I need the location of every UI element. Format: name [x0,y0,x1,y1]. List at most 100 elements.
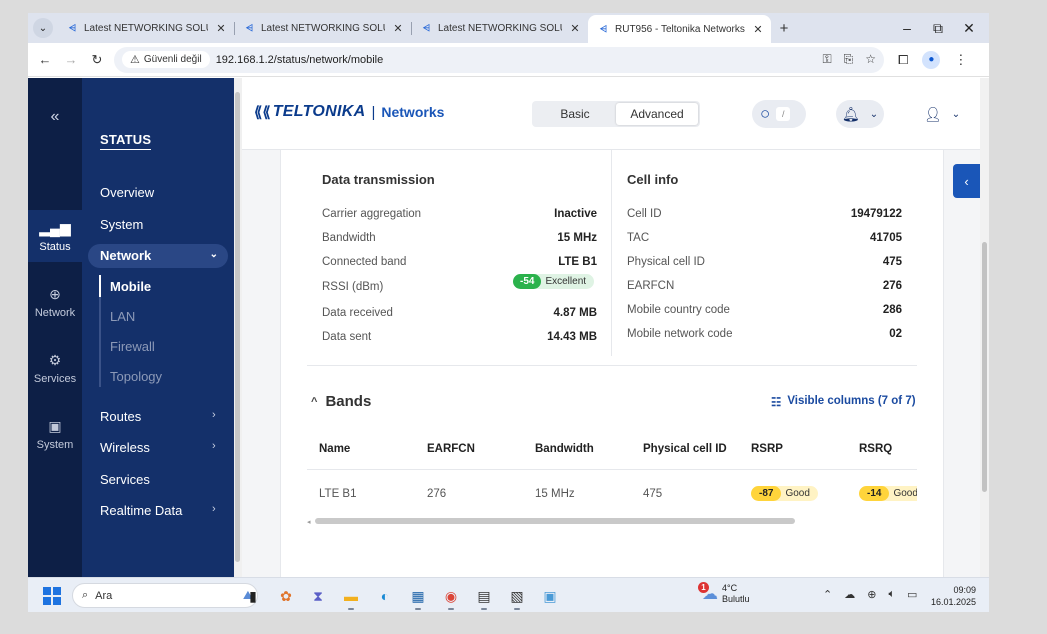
submenu-item-lan[interactable]: LAN [110,309,135,324]
menu-item-overview[interactable]: Overview [100,185,154,200]
new-tab-icon[interactable]: + [771,20,797,37]
kv-value: 475 [882,256,902,268]
table-horizontal-scrollbar[interactable] [315,518,795,524]
rail-label: System [36,438,74,451]
browser-tab[interactable]: ⩤ Latest NETWORKING SOLUTION ✕ [234,13,412,43]
vm-app-icon[interactable]: ▧ [507,586,527,606]
browser-tab[interactable]: ⩤ Latest NETWORKING SOLUTION ✕ [411,13,588,43]
tab-search-icon[interactable]: ⌄ [33,18,53,38]
browser-tab[interactable]: ⩤ Latest NETWORKING SOLUTION ✕ [57,13,235,43]
windows-start-icon[interactable] [43,587,61,605]
kv-value: 14.43 MB [547,331,597,343]
menu-item-services[interactable]: Services [100,472,150,487]
close-icon[interactable]: ✕ [568,22,582,35]
menu-item-system[interactable]: System [100,217,143,232]
back-arrow-icon[interactable]: ← [32,52,58,67]
column-divider [611,150,612,356]
rail-item-status[interactable]: ▂▄▆ Status [28,210,82,262]
speaker-icon[interactable]: 🔈︎ [888,588,895,601]
network-globe-icon[interactable]: ⊕ [867,588,876,601]
rssi-value: -54 [513,273,542,289]
menu-item-realtime-data[interactable]: Realtime Data › [100,503,230,518]
chrome-icon[interactable]: ◉ [441,586,461,606]
signal-icon: ▂▄▆ [39,219,71,236]
column-header[interactable]: EARFCN [427,443,475,455]
running-indicator [415,608,421,610]
kv-label: Mobile country code [627,304,730,316]
expand-panel-button[interactable]: ‹ [953,164,980,198]
translate-icon[interactable]: ⎘ [844,52,854,67]
address-bar[interactable]: ⚠ Güvenli değil 192.168.1.2/status/netwo… [114,46,884,73]
search-icon: ○ [760,104,771,123]
rail-item-network[interactable]: ⊕ Network [28,276,82,328]
browser-tab-active[interactable]: ⩤ RUT956 - Teltonika Networks ✕ [588,15,771,43]
running-indicator [481,608,487,610]
menu-item-network[interactable]: Network ⌄ [88,244,228,268]
restore-icon[interactable]: ⧉ [921,13,955,43]
user-menu-button[interactable]: 👤︎ ⌄ [918,100,966,128]
file-explorer-icon[interactable]: ▬ [341,586,361,606]
taskbar-search[interactable]: ⌕ Ara ⛰ [72,583,258,608]
kv-value: 276 [882,280,902,292]
submenu-item-topology[interactable]: Topology [110,369,162,384]
bookmark-star-icon[interactable]: ☆ [865,52,876,67]
battery-icon[interactable]: ▭ [907,588,917,601]
remote-desktop-icon[interactable]: ▣ [540,586,560,606]
forward-arrow-icon[interactable]: → [58,52,84,67]
close-icon[interactable]: ✕ [751,23,765,36]
security-chip[interactable]: ⚠ Güvenli değil [122,51,210,68]
page-scrollbar[interactable] [980,78,989,577]
notifications-button[interactable]: 🔔︎ ⌄ [836,100,884,128]
close-icon[interactable]: ✕ [214,22,228,35]
submenu-item-mobile[interactable]: Mobile [110,279,151,294]
terminal-icon[interactable]: ▤ [474,586,494,606]
rail-item-services[interactable]: ⚙ Services [28,342,82,394]
profile-avatar-icon[interactable]: ● [922,50,941,69]
reload-icon[interactable]: ↻ [84,52,110,68]
rail-item-system[interactable]: ▣ System [28,408,82,460]
edge-icon[interactable]: ◐ [375,586,395,606]
taskbar-clock[interactable]: 09:09 16.01.2025 [926,584,976,608]
url-text[interactable]: 192.168.1.2/status/network/mobile [216,54,384,66]
submenu-item-firewall[interactable]: Firewall [110,339,155,354]
submenu-active-marker [99,275,101,297]
scrollbar-thumb[interactable] [982,242,987,492]
onedrive-cloud-icon[interactable]: ☁ [844,588,855,601]
teltonika-logo[interactable]: ⟪⟪ TELTONIKA | Networks [254,103,444,121]
window-close-icon[interactable]: ✕ [952,13,986,43]
scroll-left-arrow-icon[interactable]: ◂ [307,518,311,526]
menu-item-wireless[interactable]: Wireless › [100,440,230,455]
column-header[interactable]: Physical cell ID [643,443,727,455]
menu-heading: STATUS [100,132,152,150]
key-icon[interactable]: ⚿ [822,52,831,67]
close-icon[interactable]: ✕ [391,22,405,35]
chevron-up-icon[interactable]: ⌃ [823,588,832,601]
teltonika-mark-icon: ⟪⟪ [254,104,271,121]
column-header[interactable]: Bandwidth [535,443,594,455]
sidebar-scrollbar[interactable] [234,78,242,577]
mode-basic-button[interactable]: Basic [534,103,616,125]
kv-value: 4.87 MB [553,307,597,319]
collapse-sidebar-icon[interactable]: « [28,108,82,126]
kebab-menu-icon[interactable]: ⋮ [954,52,967,68]
column-header[interactable]: RSRQ [859,443,892,455]
copilot-icon[interactable]: ✿ [276,586,296,606]
chevron-down-icon: ⌄ [869,108,879,120]
teltonika-favicon-icon: ⩤ [422,22,431,33]
weather-widget[interactable]: ☁ 1 4°C Bulutlu [698,582,750,605]
bands-section-toggle[interactable]: ^ Bands [311,393,371,410]
menu-item-routes[interactable]: Routes › [100,409,230,424]
visible-columns-button[interactable]: ☷ Visible columns (7 of 7) [771,395,916,409]
mode-advanced-button[interactable]: Advanced [616,103,698,125]
task-view-icon[interactable]: ▮ [243,586,263,606]
minimize-icon[interactable]: – [890,13,924,43]
teams-icon[interactable]: ⧗ [308,586,328,606]
column-header[interactable]: Name [319,443,350,455]
extensions-icon[interactable]: ⧠ [898,52,908,68]
scrollbar-thumb[interactable] [235,92,240,562]
column-header[interactable]: RSRP [751,443,783,455]
kv-label: Physical cell ID [627,256,705,268]
chevron-down-icon: ⌄ [951,108,961,120]
store-icon[interactable]: ▦ [408,586,428,606]
search-button[interactable]: ○ / [752,100,806,128]
